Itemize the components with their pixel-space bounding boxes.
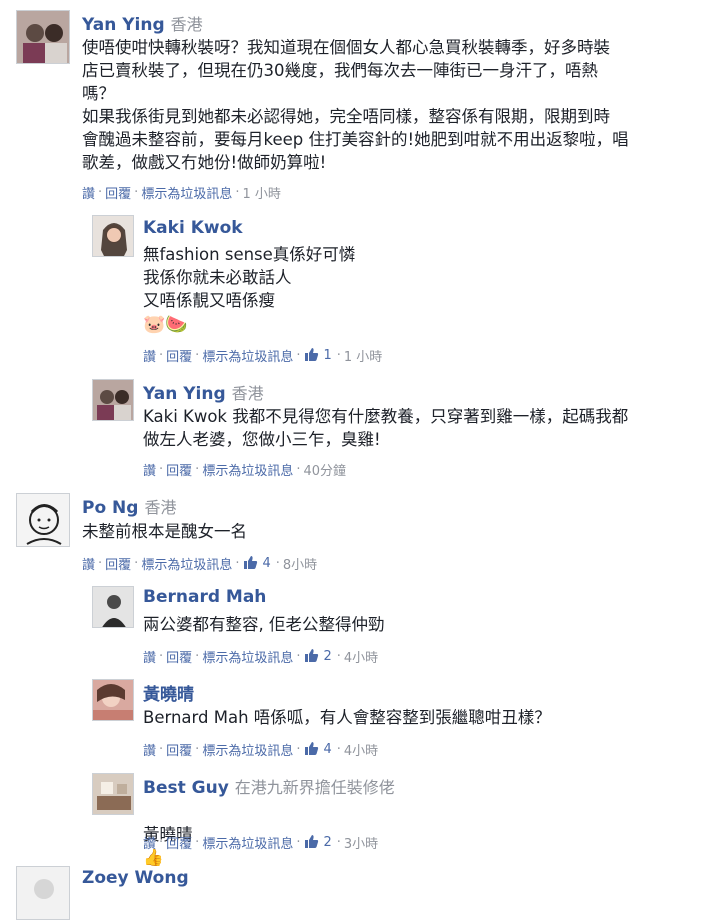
mark-spam-link[interactable]: 標示為垃圾訊息	[202, 740, 293, 759]
timestamp[interactable]: 4小時	[344, 740, 378, 759]
thumbs-up-icon[interactable]	[243, 555, 258, 573]
comment-text: 兩公婆都有整容, 佢老公整得仲勁	[143, 615, 385, 634]
reply-link[interactable]: 回覆	[166, 346, 192, 365]
like-link[interactable]: 讚	[82, 554, 95, 573]
thumbs-up-icon[interactable]	[304, 834, 319, 852]
comment-actions: 讚 · 回覆 · 標示為垃圾訊息 · 1 · 1 小時	[143, 346, 383, 365]
timestamp[interactable]: 40分鐘	[303, 460, 346, 479]
thumbs-up-icon[interactable]	[304, 347, 319, 365]
comment-text: Kaki Kwok 我都不見得您有什麼教養，只穿著到雞一樣，起碼我都 做左人老婆…	[143, 407, 629, 449]
comment-actions: 讚 · 回覆 · 標示為垃圾訊息 · 40分鐘	[143, 460, 347, 479]
mark-spam-link[interactable]: 標示為垃圾訊息	[202, 833, 293, 852]
mark-spam-link[interactable]: 標示為垃圾訊息	[202, 346, 293, 365]
comment-text: 使唔使咁快轉秋裝呀？我知道現在個個女人都心急買秋裝轉季，好多時裝 店已賣秋裝了，…	[82, 38, 629, 172]
reply-link[interactable]: 回覆	[105, 554, 131, 573]
author-name[interactable]: Kaki Kwok	[143, 218, 243, 238]
avatar[interactable]	[92, 773, 134, 815]
comment-actions: 讚 · 回覆 · 標示為垃圾訊息 · 1 小時	[82, 183, 281, 202]
mark-spam-link[interactable]: 標示為垃圾訊息	[202, 460, 293, 479]
like-link[interactable]: 讚	[82, 183, 95, 202]
like-link[interactable]: 讚	[143, 647, 156, 666]
reply-link[interactable]: 回覆	[166, 833, 192, 852]
comment-header: Po Ng 香港	[82, 494, 176, 518]
timestamp[interactable]: 4小時	[344, 647, 378, 666]
comment-header: Kaki Kwok	[143, 218, 243, 238]
timestamp[interactable]: 3小時	[344, 833, 378, 852]
author-location: 香港	[144, 498, 177, 517]
author-location: 香港	[231, 384, 264, 403]
pig-watermelon-emoji: 🐷🍉	[143, 314, 188, 335]
reply-link[interactable]: 回覆	[166, 460, 192, 479]
timestamp[interactable]: 8小時	[283, 554, 317, 573]
like-count[interactable]: 4	[323, 742, 331, 757]
thumbs-up-icon[interactable]	[304, 648, 319, 666]
timestamp[interactable]: 1 小時	[344, 346, 382, 365]
reply-link[interactable]: 回覆	[166, 647, 192, 666]
avatar[interactable]	[92, 679, 134, 721]
like-count[interactable]: 1	[323, 348, 331, 363]
comment-actions: 讚 · 回覆 · 標示為垃圾訊息 · 4 · 4小時	[143, 740, 379, 759]
like-link[interactable]: 讚	[143, 833, 156, 852]
author-location: 香港	[170, 15, 203, 34]
comment-actions: 讚 · 回覆 · 標示為垃圾訊息 · 2 · 4小時	[143, 647, 379, 666]
mark-spam-link[interactable]: 標示為垃圾訊息	[141, 554, 232, 573]
avatar[interactable]	[92, 215, 134, 257]
author-name[interactable]: Po Ng	[82, 498, 138, 518]
comment-actions: 讚 · 回覆 · 標示為垃圾訊息 · 2 · 3小時	[143, 833, 379, 852]
author-name[interactable]: Bernard Mah	[143, 587, 266, 607]
reply-link[interactable]: 回覆	[166, 740, 192, 759]
comment-actions: 讚 · 回覆 · 標示為垃圾訊息 · 4 · 8小時	[82, 554, 318, 573]
author-name[interactable]: 黃曉晴	[143, 685, 194, 705]
author-name[interactable]: Yan Ying	[82, 15, 165, 35]
comment-text: 未整前根本是醜女一名	[82, 522, 247, 541]
like-link[interactable]: 讚	[143, 740, 156, 759]
comment-text: Bernard Mah 唔係呱，有人會整容整到張繼聰咁丑樣？	[143, 708, 551, 727]
like-count[interactable]: 2	[323, 649, 331, 664]
avatar[interactable]	[16, 493, 70, 547]
mark-spam-link[interactable]: 標示為垃圾訊息	[202, 647, 293, 666]
avatar[interactable]	[16, 10, 70, 64]
comment-text: 無fashion sense真係好可憐 我係你就未必敢話人 又唔係靚又唔係瘦	[143, 245, 356, 310]
reply-link[interactable]: 回覆	[105, 183, 131, 202]
author-name[interactable]: Yan Ying	[143, 384, 226, 404]
author-name[interactable]: Best Guy	[143, 778, 229, 798]
like-count[interactable]: 4	[262, 556, 270, 571]
mark-spam-link[interactable]: 標示為垃圾訊息	[141, 183, 232, 202]
like-link[interactable]: 讚	[143, 346, 156, 365]
comment-header: Zoey Wong	[82, 868, 189, 888]
timestamp[interactable]: 1 小時	[242, 183, 280, 202]
like-count[interactable]: 2	[323, 835, 331, 850]
avatar[interactable]	[92, 586, 134, 628]
comment-header: Yan Ying 香港	[143, 380, 264, 404]
comment-header: 黃曉晴	[143, 680, 194, 705]
avatar[interactable]	[92, 379, 134, 421]
author-name[interactable]: Zoey Wong	[82, 868, 189, 888]
comment-header: Best Guy 在港九新界擔任裝修佬	[143, 774, 395, 798]
like-link[interactable]: 讚	[143, 460, 156, 479]
comment-header: Yan Ying 香港	[82, 11, 203, 35]
comment-header: Bernard Mah	[143, 587, 266, 607]
avatar[interactable]	[16, 866, 70, 920]
thumbs-up-icon[interactable]	[304, 741, 319, 759]
author-location: 在港九新界擔任裝修佬	[234, 778, 395, 797]
